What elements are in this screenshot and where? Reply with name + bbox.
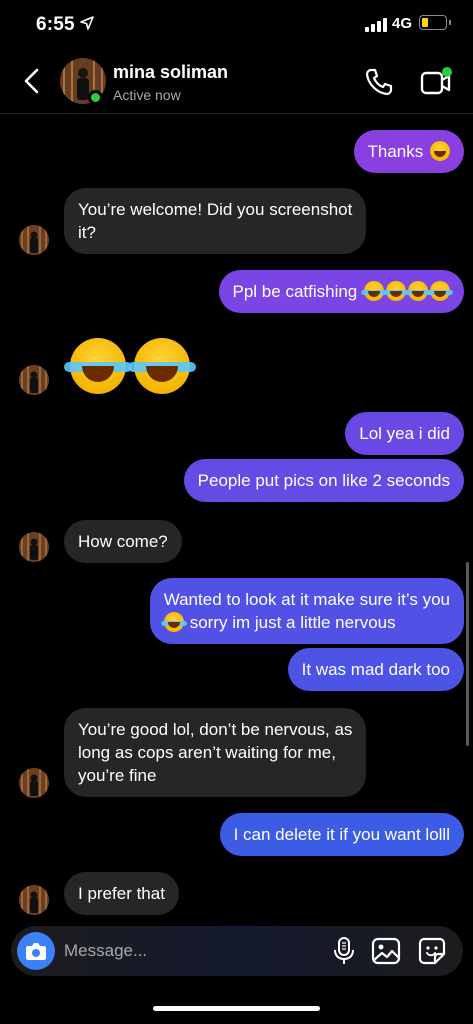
message-outgoing[interactable]: Ppl be catfishing bbox=[218, 270, 464, 313]
tears-of-joy-emoji-icon bbox=[361, 281, 387, 301]
signal-bars-icon bbox=[365, 17, 387, 32]
message-outgoing[interactable]: It was mad dark too bbox=[287, 648, 464, 691]
message-text: Thanks bbox=[367, 142, 424, 161]
message-text: People put pics on like 2 seconds bbox=[197, 471, 450, 490]
phone-call-icon[interactable] bbox=[363, 66, 395, 98]
message-text: Wanted to look at it make sure it’s you bbox=[163, 590, 450, 609]
network-type: 4G bbox=[392, 15, 413, 32]
sender-avatar[interactable] bbox=[19, 885, 49, 915]
status-time: 6:55 bbox=[36, 14, 75, 35]
sticker-icon[interactable] bbox=[417, 936, 447, 966]
tears-of-joy-emoji-icon bbox=[160, 612, 187, 632]
battery-tip bbox=[449, 20, 451, 25]
message-text: I can delete it if you want lolll bbox=[233, 825, 450, 844]
sender-avatar[interactable] bbox=[19, 768, 49, 798]
back-arrow-icon[interactable] bbox=[18, 66, 48, 96]
message-text: sorry im just a little nervous bbox=[189, 613, 396, 632]
message-text: you’re fine bbox=[78, 766, 157, 785]
home-indicator[interactable] bbox=[153, 1006, 320, 1011]
active-status: Active now bbox=[113, 87, 181, 103]
tears-of-joy-emoji-icon bbox=[64, 338, 132, 394]
message-composer bbox=[11, 926, 463, 976]
message-incoming[interactable]: You’re good lol, don’t be nervous, as lo… bbox=[64, 708, 367, 797]
message-outgoing[interactable]: I can delete it if you want lolll bbox=[219, 813, 464, 856]
message-incoming[interactable]: You’re welcome! Did you screenshot it? bbox=[64, 188, 367, 254]
message-text: long as cops aren’t waiting for me, bbox=[78, 743, 336, 762]
battery-level bbox=[422, 18, 428, 27]
camera-button[interactable] bbox=[17, 932, 55, 970]
message-text: Lol yea i did bbox=[359, 424, 450, 443]
message-text: it? bbox=[78, 223, 96, 242]
camera-icon bbox=[26, 943, 46, 960]
message-outgoing[interactable]: Lol yea i did bbox=[345, 412, 464, 455]
message-outgoing[interactable]: People put pics on like 2 seconds bbox=[183, 459, 464, 502]
message-input[interactable] bbox=[64, 940, 274, 962]
grinning-emoji-icon bbox=[430, 141, 450, 161]
emoji-message[interactable] bbox=[64, 338, 197, 395]
message-text: You’re good lol, don’t be nervous, as bbox=[78, 720, 353, 739]
message-outgoing[interactable]: Wanted to look at it make sure it’s you … bbox=[149, 578, 464, 644]
tears-of-joy-emoji-icon bbox=[128, 338, 197, 394]
sender-avatar[interactable] bbox=[19, 365, 49, 395]
status-bar: 6:55 4G bbox=[0, 0, 473, 52]
microphone-icon[interactable] bbox=[331, 936, 357, 966]
video-call-icon[interactable] bbox=[419, 66, 453, 98]
message-text: I prefer that bbox=[78, 884, 165, 903]
battery-icon bbox=[419, 15, 447, 30]
tears-of-joy-emoji-icon bbox=[427, 281, 453, 301]
message-text: You’re welcome! Did you screenshot bbox=[78, 200, 353, 219]
message-text: It was mad dark too bbox=[301, 660, 450, 679]
contact-name[interactable]: mina soliman bbox=[113, 62, 228, 83]
sender-avatar[interactable] bbox=[19, 532, 49, 562]
chat-header: mina soliman Active now bbox=[0, 52, 473, 114]
scrollbar[interactable] bbox=[466, 562, 469, 746]
location-arrow-icon bbox=[80, 16, 94, 30]
message-text: How come? bbox=[78, 532, 168, 551]
tears-of-joy-emoji-icon bbox=[405, 281, 431, 301]
message-outgoing[interactable]: Thanks bbox=[353, 130, 464, 173]
sender-avatar[interactable] bbox=[19, 225, 49, 255]
message-incoming[interactable]: How come? bbox=[64, 520, 182, 563]
gallery-icon[interactable] bbox=[371, 936, 401, 966]
message-incoming[interactable]: I prefer that bbox=[64, 872, 179, 915]
online-indicator bbox=[88, 90, 103, 105]
message-text: Ppl be catfishing bbox=[232, 282, 358, 301]
tears-of-joy-emoji-icon bbox=[383, 281, 409, 301]
